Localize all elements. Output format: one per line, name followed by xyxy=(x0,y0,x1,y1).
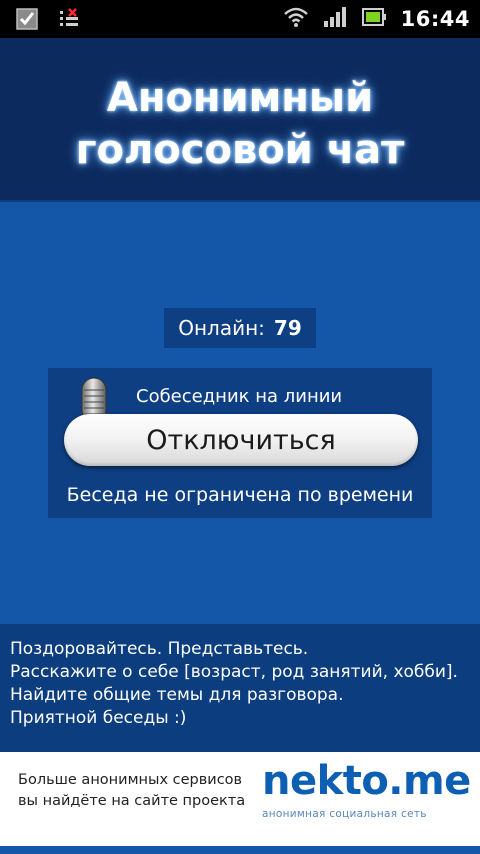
time-limit-text: Беседа не ограничена по времени xyxy=(66,484,414,506)
brand-tagline: анонимная социальная сеть xyxy=(262,808,427,820)
online-count: 79 xyxy=(273,316,302,340)
status-bar: 16:44 xyxy=(0,0,480,38)
peer-status-text: Собеседник на линии xyxy=(136,386,343,407)
ad-text-line1: Больше анонимных сервисов xyxy=(18,772,243,788)
tip-item: Расскажите о себе [возраст, род занятий,… xyxy=(10,662,458,682)
ad-text-line2: вы найдёте на сайте проекта xyxy=(18,793,246,809)
main-area: Онлайн: 79 Собеседник на линии Отключить… xyxy=(0,202,480,622)
app-title: Анонимный голосовой чат xyxy=(0,72,480,176)
battery-icon xyxy=(361,6,387,32)
header-banner: Анонимный голосовой чат xyxy=(0,38,480,202)
notification-area xyxy=(14,6,82,32)
checkbox-notification-icon[interactable] xyxy=(14,6,40,32)
online-counter: Онлайн: 79 xyxy=(164,308,316,348)
tips-list: Поздоровайтесь. Представьтесь. Расскажит… xyxy=(10,638,458,730)
clock: 16:44 xyxy=(400,7,470,31)
app-title-line2: голосовой чат xyxy=(75,127,405,173)
system-status-area: 16:44 xyxy=(283,0,470,38)
call-panel: Собеседник на линии Отключиться Беседа н… xyxy=(48,368,432,518)
tips-panel: Поздоровайтесь. Представьтесь. Расскажит… xyxy=(0,624,480,752)
online-label: Онлайн: xyxy=(178,316,265,340)
tip-item: Приятной беседы :) xyxy=(10,708,187,728)
wifi-icon xyxy=(283,6,309,32)
tip-item: Поздоровайтесь. Представьтесь. xyxy=(10,639,309,659)
footer-ad-banner[interactable]: Больше анонимных сервисов вы найдёте на … xyxy=(0,752,480,854)
app-title-line1: Анонимный xyxy=(106,75,374,121)
app-notification-icon[interactable] xyxy=(56,6,82,32)
ad-text: Больше анонимных сервисов вы найдёте на … xyxy=(18,770,245,812)
tip-item: Найдите общие темы для разговора. xyxy=(10,685,344,705)
brand-logo[interactable]: nekto.me xyxy=(262,758,471,804)
signal-icon xyxy=(323,6,347,32)
disconnect-button[interactable]: Отключиться xyxy=(64,414,418,466)
